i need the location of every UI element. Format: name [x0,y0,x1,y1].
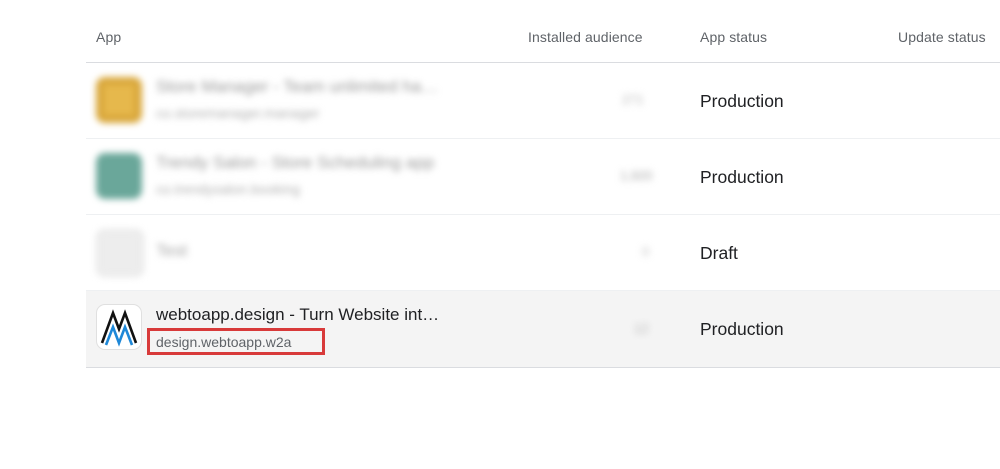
app-status: Production [700,319,784,339]
installed-audience: 1,920 [620,168,653,183]
table-row[interactable]: Test 0 Draft [86,215,1000,291]
column-header-app-status[interactable]: App status [700,29,767,45]
app-name: Trendy Salon - Store Scheduling app [156,153,435,172]
table-row[interactable]: Store Manager - Team unlimited ha… co.st… [86,63,1000,139]
apps-table: App Installed audience App status Update… [86,0,1000,368]
table-header: App Installed audience App status Update… [86,0,1000,63]
app-package: co.storemanager.manager [156,105,320,121]
column-header-app[interactable]: App [96,29,121,45]
package-highlight-box [147,328,325,355]
installed-audience: 12 [634,321,649,336]
app-name: Test [156,241,188,260]
app-icon [96,229,144,277]
column-header-installed-audience[interactable]: Installed audience [528,29,643,45]
app-name[interactable]: webtoapp.design - Turn Website int… [156,305,439,325]
webtoapp-logo-icon [96,304,142,350]
installed-audience: 271 [622,92,644,107]
app-status: Draft [700,243,738,263]
column-header-update-status[interactable]: Update status [898,29,986,45]
app-icon [96,77,142,123]
app-package: co.trendysalon.booking [156,181,300,197]
table-row[interactable]: Trendy Salon - Store Scheduling app co.t… [86,139,1000,215]
app-name: Store Manager - Team unlimited ha… [156,77,439,96]
app-status: Production [700,91,784,111]
app-icon [96,153,142,199]
table-row-selected[interactable]: webtoapp.design - Turn Website int… desi… [86,291,1000,368]
installed-audience: 0 [642,244,650,259]
app-status: Production [700,167,784,187]
